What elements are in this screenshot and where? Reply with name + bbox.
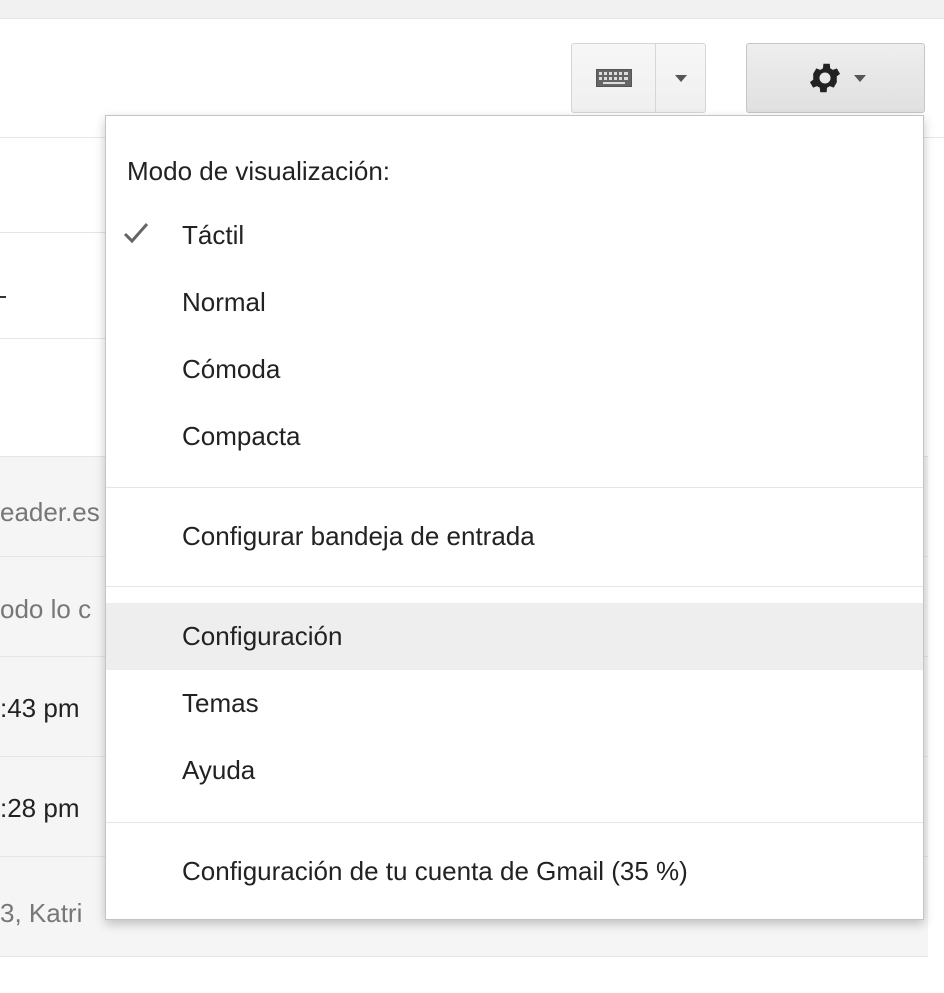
density-option-label: Compacta — [182, 421, 301, 451]
menu-separator — [106, 822, 923, 823]
settings-label: Configuración — [182, 621, 343, 651]
keyboard-button[interactable] — [571, 43, 656, 113]
menu-separator — [106, 487, 923, 488]
row-divider — [0, 338, 105, 339]
density-option-label: Táctil — [182, 220, 245, 250]
density-option-normal[interactable]: Normal — [106, 269, 923, 336]
account-settings-item[interactable]: Configuración de tu cuenta de Gmail (35 … — [106, 838, 923, 905]
chevron-down-icon — [674, 74, 687, 82]
account-settings-label: Configuración de tu cuenta de Gmail (35 … — [182, 856, 688, 886]
keyboard-icon — [595, 69, 632, 87]
truncated-glyph — [0, 296, 6, 298]
message-snippet[interactable]: odo lo c — [0, 594, 108, 625]
configure-inbox-label: Configurar bandeja de entrada — [182, 521, 535, 551]
message-snippet[interactable]: 3, Katri — [0, 898, 108, 929]
chevron-down-icon — [853, 74, 866, 82]
message-time[interactable]: :43 pm — [0, 693, 108, 724]
menu-separator — [106, 586, 923, 587]
density-option-touch[interactable]: Táctil — [106, 202, 923, 269]
density-option-label: Normal — [182, 287, 266, 317]
settings-menu: Modo de visualización: Táctil Normal Cóm… — [105, 115, 924, 920]
configure-inbox-item[interactable]: Configurar bandeja de entrada — [106, 503, 923, 570]
gear-icon — [809, 63, 840, 93]
top-strip — [0, 0, 944, 19]
keyboard-dropdown-button[interactable] — [656, 43, 706, 113]
settings-item[interactable]: Configuración — [106, 603, 923, 670]
density-option-label: Cómoda — [182, 354, 281, 384]
help-item[interactable]: Ayuda — [106, 737, 923, 804]
themes-item[interactable]: Temas — [106, 670, 923, 737]
row-divider — [0, 232, 105, 233]
settings-button[interactable] — [746, 43, 925, 113]
scroll-gutter — [928, 138, 944, 993]
message-time[interactable]: :28 pm — [0, 793, 108, 824]
message-snippet[interactable]: eader.es — [0, 497, 108, 528]
checkmark-icon — [123, 223, 149, 244]
help-label: Ayuda — [182, 755, 256, 785]
density-option-compact[interactable]: Compacta — [106, 403, 923, 470]
themes-label: Temas — [182, 688, 259, 718]
density-option-comfortable[interactable]: Cómoda — [106, 336, 923, 403]
row-divider — [0, 956, 928, 957]
display-density-heading: Modo de visualización: — [127, 156, 391, 186]
